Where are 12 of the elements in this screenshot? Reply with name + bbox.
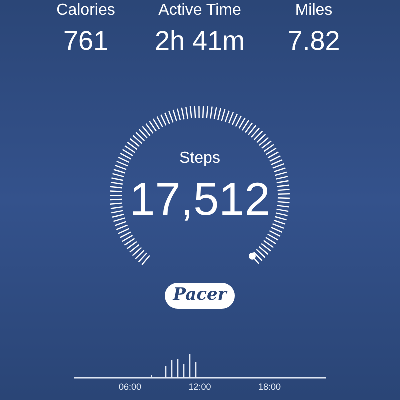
hour-label: 18:00	[258, 381, 281, 393]
brand-badge: Pacer	[165, 283, 235, 309]
gauge-label: Steps	[180, 150, 220, 168]
step-count: 17,512	[130, 174, 270, 224]
stat-label: Active Time	[158, 2, 242, 20]
stat-label: Miles	[295, 2, 333, 20]
hour-label: 06:00	[119, 381, 142, 393]
stat-label: Calories	[56, 2, 116, 20]
stat-value: 2h 41m	[154, 25, 246, 58]
stat-value: 7.82	[288, 25, 340, 58]
hour-label: 12:00	[188, 381, 212, 393]
stat-value: 761	[63, 25, 109, 58]
